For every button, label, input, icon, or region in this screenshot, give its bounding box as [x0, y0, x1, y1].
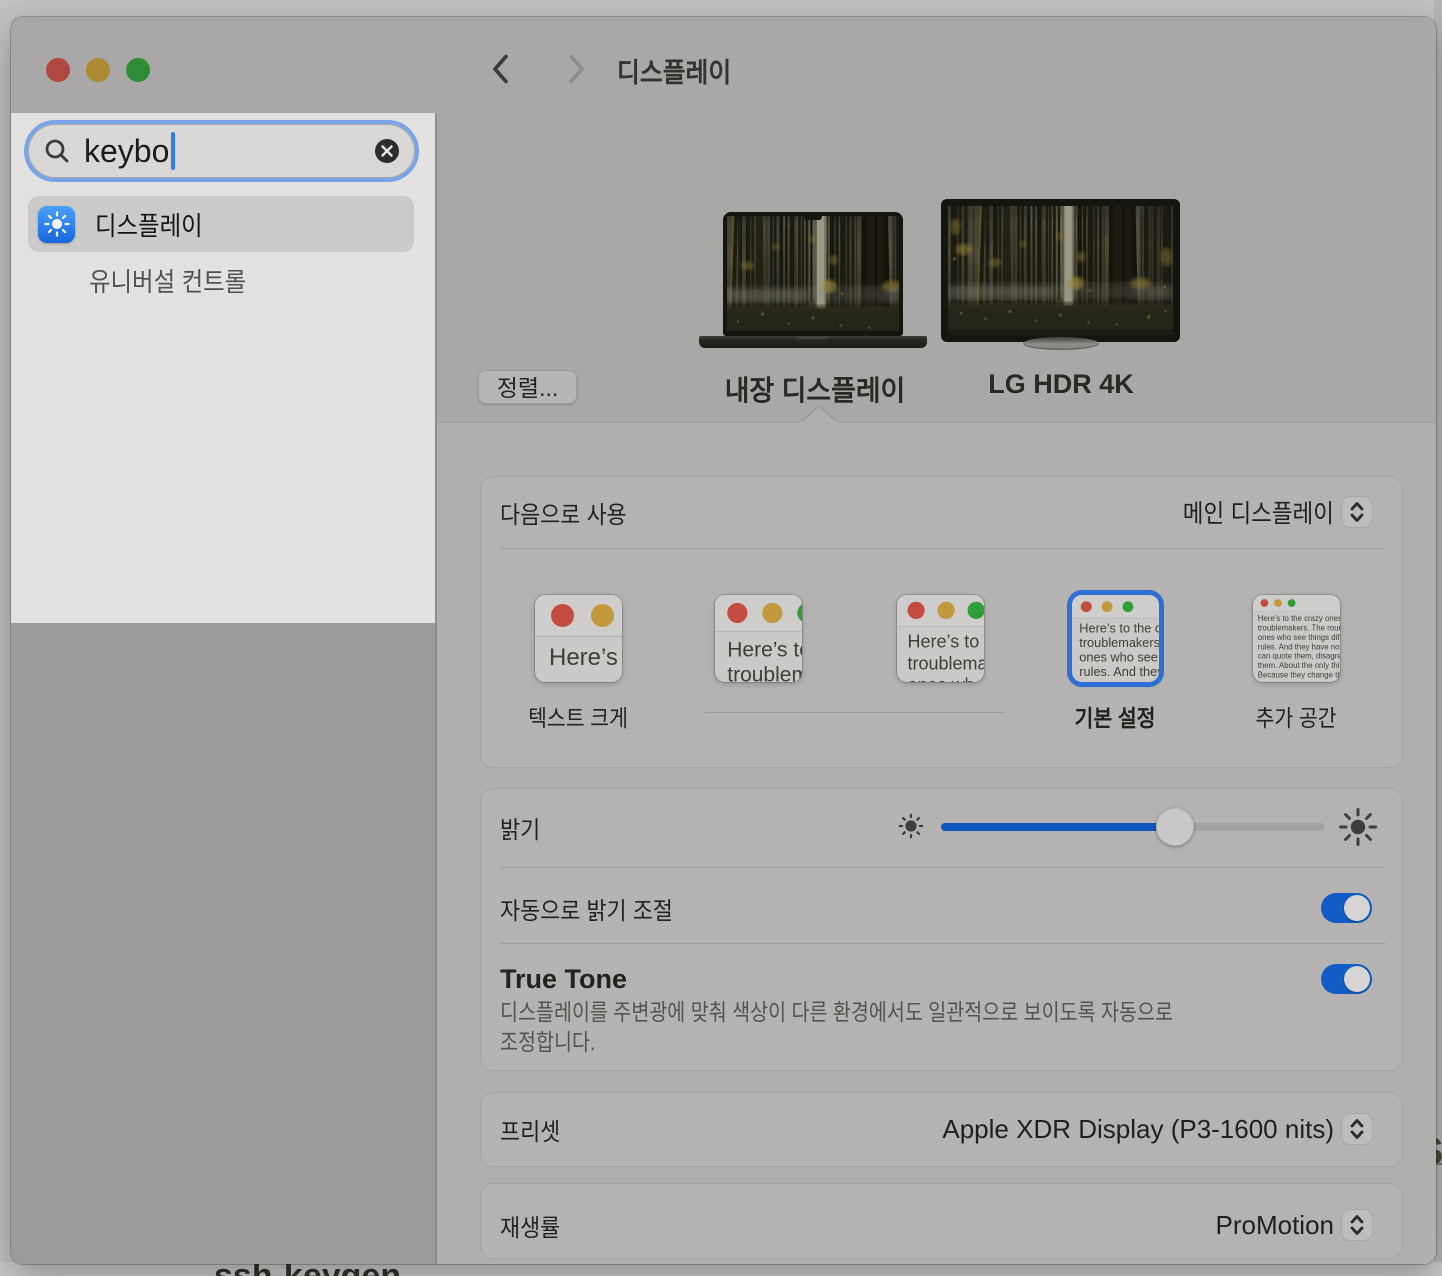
true-tone-description: 디스플레이를 주변광에 맞춰 색상이 다른 환경에서도 일관적으로 보이도록 자… [500, 997, 1173, 1057]
magnifier-icon [42, 136, 72, 166]
search-result-displays[interactable]: 디스플레이 [28, 196, 414, 252]
refresh-rate-card: 재생률 ProMotion [481, 1184, 1402, 1258]
page-title: 디스플레이 [617, 51, 731, 90]
zoom-button[interactable] [126, 58, 150, 82]
mini-close-icon [1081, 601, 1092, 612]
use-as-dropdown[interactable] [1342, 497, 1372, 527]
minimize-button[interactable] [86, 58, 110, 82]
brightness-label: 밝기 [500, 810, 540, 845]
mini-zoom-icon [968, 602, 985, 619]
back-button[interactable] [492, 55, 512, 83]
search-input-value: keybo [84, 133, 169, 170]
divider [500, 943, 1385, 944]
mini-close-icon [908, 602, 925, 619]
monitor-stand [1023, 337, 1099, 350]
toggle-knob [1344, 895, 1370, 921]
clear-search-button[interactable] [375, 139, 399, 163]
scale-option-more-space[interactable]: Here’s to the crazy ones. The misfits. T… [1253, 595, 1340, 682]
laptop-notch [804, 212, 822, 220]
mini-zoom-icon [1122, 601, 1133, 612]
scale-connector-line [705, 712, 1005, 713]
sidebar-lower-area [11, 623, 435, 1264]
use-as-label: 다음으로 사용 [500, 495, 627, 530]
builtin-display-thumbnail[interactable] [723, 212, 903, 336]
arrange-button[interactable]: 정렬... [478, 370, 577, 404]
divider [500, 867, 1385, 868]
scale-label-default: 기본 설정 [1017, 699, 1213, 733]
scale-label-more-space: 추가 공간 [1198, 699, 1394, 733]
search-result-label: 유니버설 컨트롤 [89, 262, 246, 299]
system-settings-window: keybo [11, 17, 1436, 1264]
external-display-thumbnail[interactable] [941, 199, 1180, 342]
laptop-base [699, 336, 927, 348]
display-settings-icon [38, 206, 75, 243]
brightness-bright-icon [1336, 805, 1380, 854]
brightness-slider[interactable] [941, 823, 1325, 831]
mini-close-icon [551, 604, 574, 627]
scale-option-larger-text[interactable]: Here’s to the crazy ones. The misfits. T… [535, 595, 622, 682]
preset-label: 프리셋 [500, 1112, 560, 1147]
preset-value: Apple XDR Display (P3-1600 nits) [942, 1114, 1334, 1145]
mini-minimize-icon [762, 603, 782, 623]
sidebar-search-results-panel [11, 113, 435, 623]
true-tone-toggle[interactable] [1321, 964, 1372, 994]
use-as-value: 메인 디스플레이 [1183, 494, 1334, 530]
external-display-label: LG HDR 4K [911, 369, 1211, 400]
scale-option-3[interactable]: Here’s to the crazy ones. The misfits. T… [897, 595, 984, 682]
mini-close-icon [727, 603, 747, 623]
auto-brightness-label: 자동으로 밝기 조절 [500, 891, 673, 926]
true-tone-label: True Tone [500, 964, 627, 995]
mini-minimize-icon [591, 604, 614, 627]
brightness-dim-icon [894, 809, 928, 848]
text-cursor [171, 132, 175, 170]
mini-minimize-icon [1102, 601, 1113, 612]
mini-close-icon [1260, 599, 1268, 607]
refresh-rate-value: ProMotion [1216, 1210, 1335, 1241]
brightness-slider-fill [941, 823, 1175, 831]
mini-zoom-icon [797, 603, 802, 623]
mini-minimize-icon [1274, 599, 1282, 607]
refresh-rate-label: 재생률 [500, 1208, 560, 1243]
preset-dropdown[interactable] [1342, 1114, 1372, 1144]
toggle-knob [1344, 966, 1370, 992]
window-controls [46, 58, 150, 82]
search-input[interactable]: keybo [24, 120, 419, 182]
search-result-label: 디스플레이 [95, 206, 203, 243]
brightness-slider-knob[interactable] [1156, 808, 1194, 846]
close-button[interactable] [46, 58, 70, 82]
auto-brightness-toggle[interactable] [1321, 893, 1372, 923]
mini-zoom-icon [1288, 599, 1296, 607]
mini-minimize-icon [938, 602, 955, 619]
brightness-card: 밝기 [481, 789, 1402, 1070]
use-as-card: 다음으로 사용 메인 디스플레이 Here’s to the crazy one… [481, 477, 1402, 767]
scale-option-default[interactable]: Here’s to the crazy ones. The misfits. T… [1072, 595, 1159, 682]
divider [500, 548, 1385, 549]
search-result-universal-control[interactable]: 유니버설 컨트롤 [28, 252, 414, 308]
scale-label-larger-text: 텍스트 크게 [480, 699, 676, 733]
scale-option-2[interactable]: Here’s to the crazy ones. The misfits. T… [715, 595, 802, 682]
forward-button[interactable] [568, 55, 588, 83]
preset-card: 프리셋 Apple XDR Display (P3-1600 nits) [481, 1093, 1402, 1166]
refresh-rate-dropdown[interactable] [1342, 1210, 1372, 1240]
